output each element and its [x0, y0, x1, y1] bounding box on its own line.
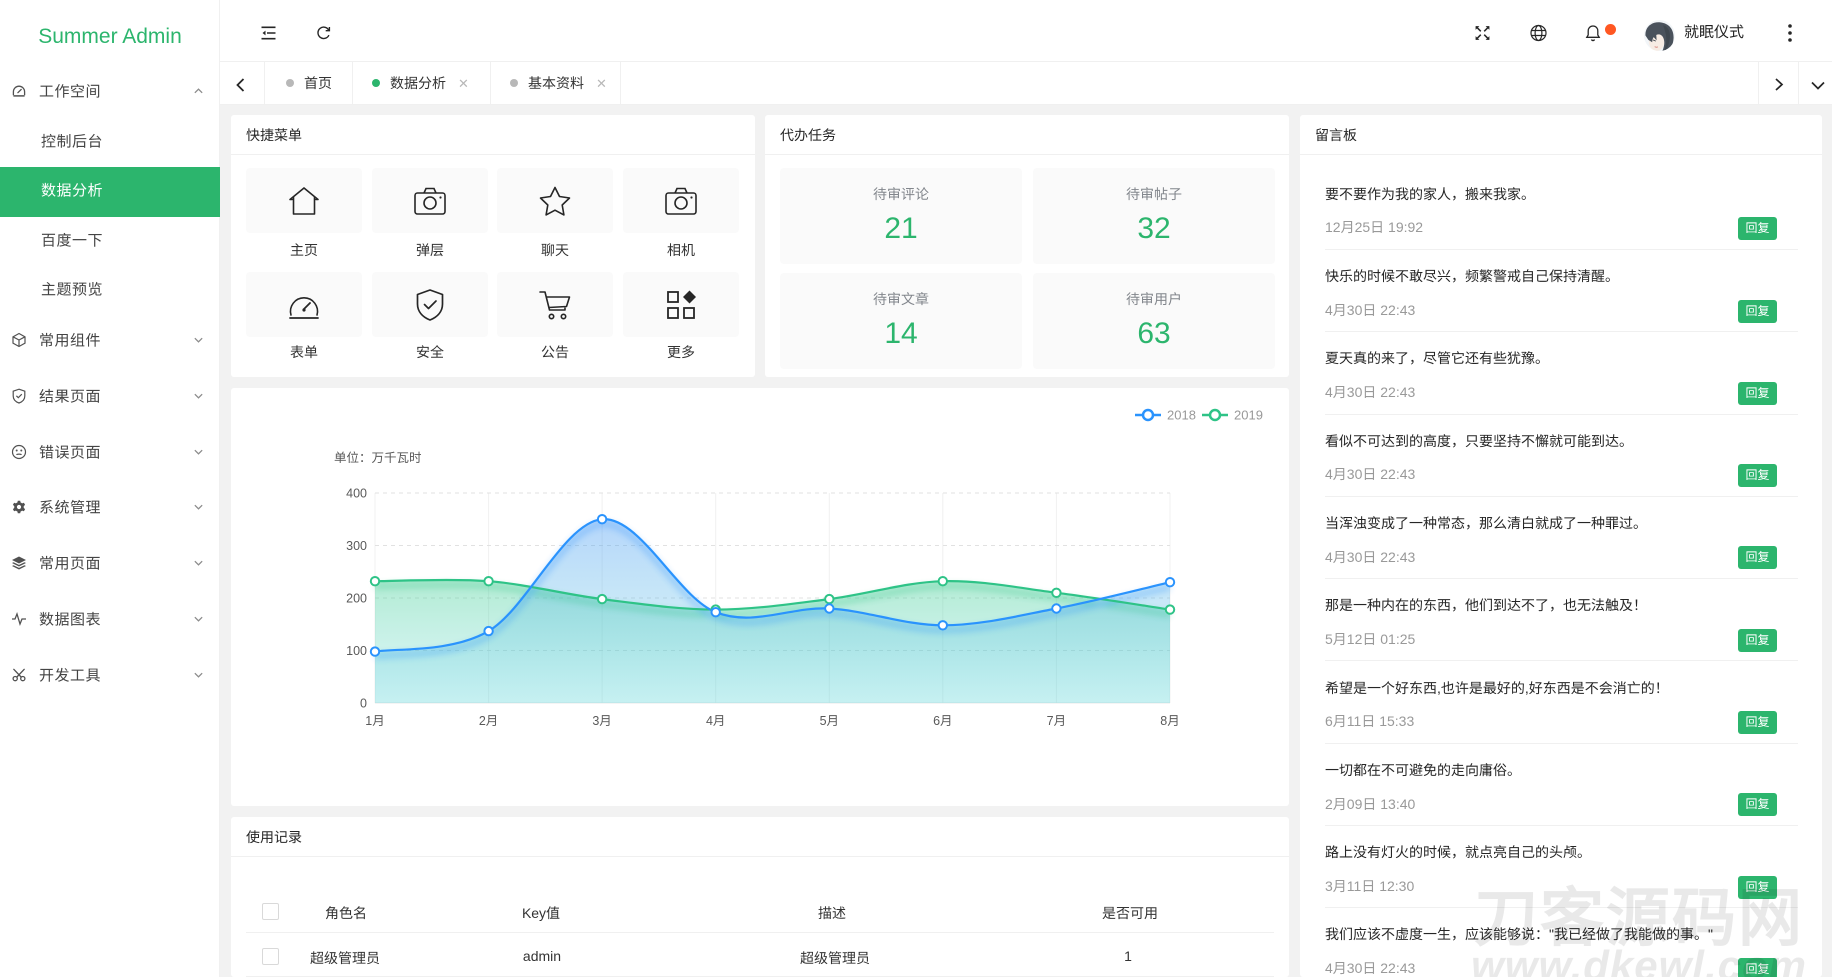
svg-text:100: 100 [346, 644, 367, 658]
svg-text:200: 200 [346, 592, 367, 606]
svg-text:2019: 2019 [1234, 408, 1263, 423]
svg-text:3月: 3月 [592, 714, 611, 728]
svg-text:4月: 4月 [706, 714, 725, 728]
svg-text:1月: 1月 [365, 714, 384, 728]
svg-text:单位：万千瓦时: 单位：万千瓦时 [334, 451, 422, 465]
svg-text:2018: 2018 [1167, 408, 1196, 423]
svg-text:400: 400 [346, 487, 367, 501]
svg-text:300: 300 [346, 539, 367, 553]
svg-text:8月: 8月 [1160, 714, 1179, 728]
svg-text:7月: 7月 [1047, 714, 1066, 728]
svg-text:5月: 5月 [820, 714, 839, 728]
svg-text:0: 0 [360, 697, 367, 711]
svg-text:2月: 2月 [479, 714, 498, 728]
svg-text:6月: 6月 [933, 714, 952, 728]
